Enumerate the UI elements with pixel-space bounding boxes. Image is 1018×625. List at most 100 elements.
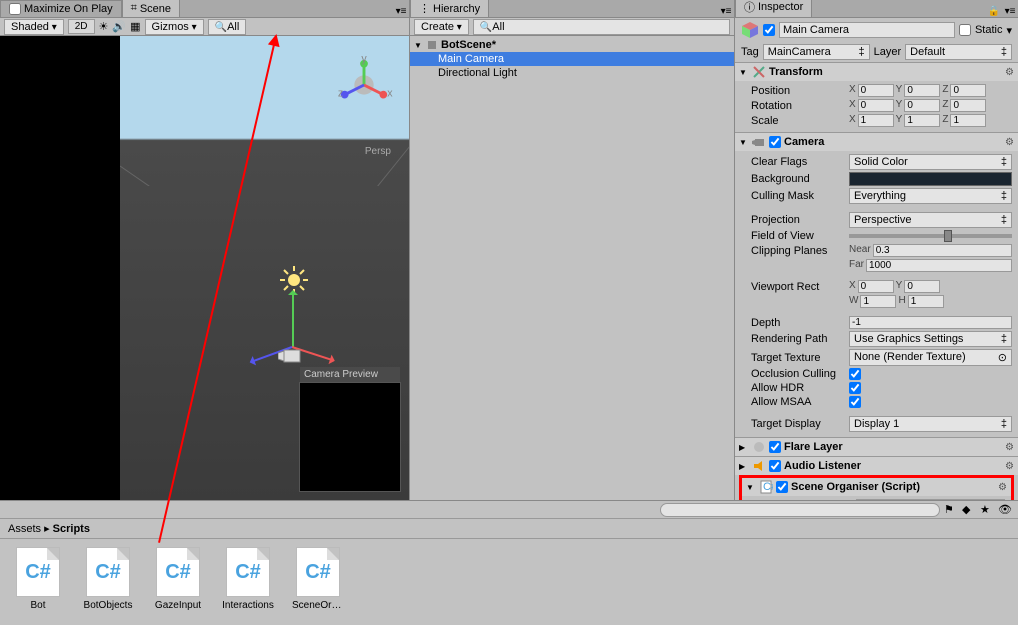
component-gear-icon[interactable]: ⚙ — [998, 482, 1007, 493]
orientation-gizmo[interactable]: y x z — [335, 56, 393, 114]
viewport-h-field[interactable] — [908, 295, 944, 308]
file-item[interactable]: C#Bot — [12, 547, 64, 617]
tag-dropdown[interactable]: MainCamera‡ — [763, 44, 870, 60]
scene-render-area[interactable]: y x z Persp — [120, 36, 409, 500]
gameobject-name-field[interactable] — [779, 22, 955, 38]
scale-y-field[interactable] — [904, 114, 940, 127]
position-x-field[interactable] — [858, 84, 894, 97]
foldout-arrow-icon[interactable]: ▼ — [414, 41, 426, 50]
panel-menu-icon[interactable]: ▾≡ — [718, 6, 734, 17]
occlusion-checkbox[interactable] — [849, 368, 861, 380]
script-enabled-checkbox[interactable] — [776, 481, 788, 493]
axis-y-handle[interactable] — [292, 291, 294, 347]
rotation-x-field[interactable] — [858, 99, 894, 112]
foldout-arrow-icon[interactable]: ▼ — [739, 138, 749, 147]
allow-msaa-checkbox[interactable] — [849, 396, 861, 408]
layer-dropdown[interactable]: Default‡ — [905, 44, 1012, 60]
component-gear-icon[interactable]: ⚙ — [1005, 67, 1014, 78]
hierarchy-search[interactable]: 🔍All — [473, 19, 730, 35]
allow-hdr-checkbox[interactable] — [849, 382, 861, 394]
flare-enabled-checkbox[interactable] — [769, 441, 781, 453]
hierarchy-body[interactable]: ▼ BotScene* Main Camera Directional Ligh… — [410, 36, 734, 500]
audio-listener-component: ▶ Audio Listener ⚙ — [735, 456, 1018, 475]
far-field[interactable] — [866, 259, 1012, 272]
viewport-w-field[interactable] — [860, 295, 896, 308]
target-texture-field[interactable]: None (Render Texture)⊙ — [849, 349, 1012, 366]
rotation-z-field[interactable] — [950, 99, 986, 112]
breadcrumb-scripts[interactable]: Scripts — [53, 523, 90, 535]
component-gear-icon[interactable]: ⚙ — [1005, 461, 1014, 472]
create-dropdown[interactable]: Create ▾ — [414, 19, 469, 35]
scale-x-field[interactable] — [858, 114, 894, 127]
scale-z-field[interactable] — [950, 114, 986, 127]
fov-slider[interactable] — [849, 234, 1012, 238]
breadcrumb-assets[interactable]: Assets — [8, 523, 41, 535]
lock-icon[interactable]: 🔒 — [986, 6, 1002, 17]
file-item[interactable]: C#BotObjects — [82, 547, 134, 617]
panel-menu-icon[interactable]: ▾≡ — [393, 6, 409, 17]
render-path-dropdown[interactable]: Use Graphics Settings‡ — [849, 331, 1012, 347]
foldout-arrow-icon[interactable]: ▼ — [746, 483, 756, 492]
clear-flags-dropdown[interactable]: Solid Color‡ — [849, 154, 1012, 170]
scene-view[interactable]: y x z Persp — [0, 36, 409, 500]
filter-icon[interactable]: ⚑ — [944, 503, 958, 517]
component-gear-icon[interactable]: ⚙ — [1005, 137, 1014, 148]
audio-listener-header[interactable]: ▶ Audio Listener ⚙ — [735, 457, 1018, 475]
transform-rotation-label: Rotation — [741, 100, 845, 112]
foldout-arrow-icon[interactable]: ▶ — [739, 462, 749, 471]
filter-type-icon[interactable]: ◆ — [962, 503, 976, 517]
foldout-arrow-icon[interactable]: ▼ — [739, 68, 749, 77]
shaded-dropdown[interactable]: Shaded ▾ — [4, 19, 64, 35]
component-gear-icon[interactable]: ⚙ — [1005, 442, 1014, 453]
foldout-arrow-icon[interactable]: ▶ — [739, 443, 749, 452]
static-dropdown-arrow-icon[interactable]: ▾ — [1006, 24, 1012, 37]
camera-gizmo-icon[interactable] — [278, 348, 306, 364]
mode-2d-toggle[interactable]: 2D — [68, 19, 95, 34]
project-file-grid[interactable]: C#Bot C#BotObjects C#GazeInput C#Interactio… — [0, 539, 1018, 625]
culling-mask-dropdown[interactable]: Everything‡ — [849, 188, 1012, 204]
gameobject-enabled-checkbox[interactable] — [763, 24, 775, 36]
file-item[interactable]: C#SceneOrga... — [292, 547, 344, 617]
project-panel: ⚑ ◆ ★ 👁 Assets ▸ Scripts C#Bot C#BotObjec… — [0, 500, 1018, 625]
script-field[interactable]: ▦ SceneOrganiser⊙ — [856, 499, 1005, 500]
depth-field[interactable] — [849, 316, 1012, 329]
maximize-on-play-control[interactable]: Maximize On Play — [0, 0, 122, 17]
audio-enabled-checkbox[interactable] — [769, 460, 781, 472]
hierarchy-item-directional-light[interactable]: Directional Light — [410, 66, 734, 80]
inspector-tab[interactable]: ⓘInspector — [735, 0, 812, 17]
camera-header[interactable]: ▼ Camera ⚙ — [735, 133, 1018, 151]
fx-icon[interactable]: ▦ — [130, 20, 140, 33]
audio-icon[interactable]: 🔊 — [112, 20, 126, 33]
camera-enabled-checkbox[interactable] — [769, 136, 781, 148]
hierarchy-scene-row[interactable]: ▼ BotScene* — [410, 38, 734, 52]
hierarchy-tab[interactable]: ⋮Hierarchy — [410, 0, 489, 17]
hidden-icon[interactable]: 👁 — [998, 503, 1012, 517]
viewport-x-field[interactable] — [858, 280, 894, 293]
gameobject-cube-icon[interactable] — [741, 21, 759, 39]
target-display-dropdown[interactable]: Display 1‡ — [849, 416, 1012, 432]
scene-organiser-header[interactable]: ▼ C# Scene Organiser (Script) ⚙ — [742, 478, 1011, 496]
hierarchy-item-main-camera[interactable]: Main Camera — [410, 52, 734, 66]
breadcrumb[interactable]: Assets ▸ Scripts — [0, 519, 1018, 539]
flare-layer-header[interactable]: ▶ Flare Layer ⚙ — [735, 438, 1018, 456]
projection-dropdown[interactable]: Perspective‡ — [849, 212, 1012, 228]
position-z-field[interactable] — [950, 84, 986, 97]
favorites-icon[interactable]: ★ — [980, 503, 994, 517]
file-item[interactable]: C#Interactions — [222, 547, 274, 617]
maximize-checkbox[interactable] — [9, 3, 21, 15]
rotation-y-field[interactable] — [904, 99, 940, 112]
scene-tab[interactable]: ⌗Scene — [122, 0, 180, 17]
position-y-field[interactable] — [904, 84, 940, 97]
gizmos-dropdown[interactable]: Gizmos ▾ — [145, 19, 204, 35]
file-item[interactable]: C#GazeInput — [152, 547, 204, 617]
background-color-field[interactable] — [849, 172, 1012, 186]
project-search[interactable] — [660, 503, 940, 517]
file-label: SceneOrga... — [292, 600, 344, 611]
static-checkbox[interactable] — [959, 24, 971, 36]
panel-menu-icon[interactable]: ▾≡ — [1002, 6, 1018, 17]
search-all-dropdown[interactable]: 🔍All — [208, 19, 247, 35]
near-field[interactable] — [873, 244, 1012, 257]
viewport-y-field[interactable] — [904, 280, 940, 293]
light-icon[interactable]: ☀ — [99, 20, 109, 33]
transform-header[interactable]: ▼ Transform ⚙ — [735, 63, 1018, 81]
